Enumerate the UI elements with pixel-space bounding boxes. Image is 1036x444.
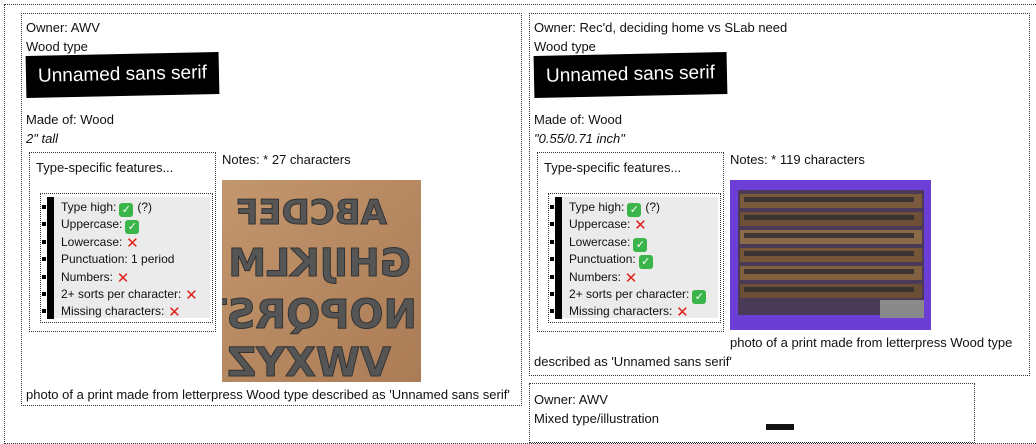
feature-label: Missing characters: (61, 304, 165, 319)
bullet-icon (550, 292, 554, 296)
svg-text:NOPQRSTU: NOPQRSTU (222, 292, 417, 338)
photo-caption: photo of a print made from letterpress W… (26, 387, 510, 402)
bullet-icon (42, 292, 46, 296)
feature-item: Uppercase: ✓ (42, 216, 140, 235)
feature-item: 2+ sorts per character: ✕ (42, 286, 198, 304)
type-title-badge: Unnamed sans serif (25, 51, 220, 98)
bullet-icon (42, 274, 46, 279)
feature-extra: (?) (645, 200, 661, 214)
size-label: 2" tall (26, 131, 59, 146)
features-panel: Type-specific features... Type high: ✓ (?)… (537, 152, 724, 332)
feature-label: Lowercase: (61, 234, 123, 249)
feature-item: Lowercase: ✓ (550, 234, 648, 252)
feature-item: Type high: ✓ (?) (42, 199, 153, 217)
feature-label: Punctuation: 1 period (61, 252, 175, 267)
cross-icon: ✕ (116, 269, 130, 287)
bullet-icon (42, 239, 46, 244)
feature-label: Type high: (569, 200, 625, 214)
bullet-icon (42, 222, 46, 227)
feature-item: 2+ sorts per character: ✓ (550, 286, 707, 304)
check-icon: ✓ (627, 203, 642, 217)
feature-label: 2+ sorts per character: (569, 287, 690, 301)
features-panel: Type-specific features... Type high: ✓ (?)… (29, 152, 216, 332)
owner-label: Owner: AWV (26, 20, 100, 35)
category-label: Wood type (534, 39, 596, 54)
feature-item: Missing characters: ✕ (550, 303, 689, 322)
feature-item: Numbers: ✕ (42, 269, 130, 287)
type-title-badge: Unnamed sans serif (533, 51, 728, 98)
check-icon: ✓ (638, 255, 653, 270)
feature-label: Numbers: (569, 269, 622, 284)
category-label: Wood type (26, 39, 88, 54)
owner-label: Owner: AWV (534, 392, 608, 407)
made-of-label: Made of: Wood (534, 112, 622, 127)
feature-label: 2+ sorts per character: (61, 287, 182, 301)
title-badge-fragment (766, 424, 794, 430)
feature-label: Punctuation: (569, 252, 636, 267)
features-bar (47, 197, 54, 319)
feature-label: Missing characters: (569, 304, 673, 319)
features-list: Type high: ✓ (?) Uppercase: ✕ Lowercase: ✓ Punc… (548, 193, 721, 323)
check-icon: ✓ (125, 220, 140, 235)
notes-label: Notes: * 27 characters (222, 152, 351, 167)
feature-label: Lowercase: (569, 234, 631, 249)
type-card-2: Owner: Rec'd, deciding home vs SLab need… (529, 13, 1030, 376)
type-card-3: Owner: AWV Mixed type/illustration (529, 383, 975, 443)
feature-item: Numbers: ✕ (550, 269, 638, 287)
features-title: Type-specific features... (544, 160, 682, 175)
cross-icon: ✕ (624, 269, 638, 287)
feature-item: Punctuation: ✓ (550, 251, 653, 270)
feature-item: Type high: ✓ (?) (550, 199, 661, 217)
svg-text:VWXYZ: VWXYZ (227, 340, 391, 382)
size-label: "0.55/0.71 inch" (534, 131, 625, 146)
svg-text:GHIJKLM: GHIJKLM (228, 241, 411, 285)
feature-label: Type high: (61, 200, 117, 214)
feature-label: Uppercase: (61, 217, 123, 232)
owner-label: Owner: Rec'd, deciding home vs SLab need (534, 20, 788, 35)
feature-label: Numbers: (61, 269, 114, 284)
letterpress-photo-1: ABCDEF GHIJKLM NOPQRSTU VWXYZ (222, 180, 421, 382)
check-icon: ✓ (633, 237, 648, 252)
feature-extra: (?) (137, 200, 153, 214)
check-icon: ✓ (119, 203, 134, 217)
cross-icon: ✕ (185, 287, 198, 304)
bullet-icon (550, 309, 554, 314)
bullet-icon (42, 309, 46, 314)
photo-caption-line2: described as 'Unnamed sans serif' (534, 354, 732, 369)
cross-icon: ✕ (168, 304, 181, 322)
feature-item: Missing characters: ✕ (42, 303, 181, 322)
bullet-icon (550, 222, 554, 227)
type-card-1: Owner: AWV Wood type Unnamed sans serif … (21, 13, 522, 406)
feature-item: Uppercase: ✕ (550, 216, 647, 235)
photo-caption-line1: photo of a print made from letterpress W… (730, 335, 1013, 350)
svg-text:ABCDEF: ABCDEF (235, 193, 387, 233)
category-label: Mixed type/illustration (534, 411, 659, 426)
made-of-label: Made of: Wood (26, 112, 114, 127)
bullet-icon (42, 257, 46, 262)
cross-icon: ✕ (634, 217, 647, 235)
notes-label: Notes: * 119 characters (730, 152, 865, 167)
letterpress-photo-2 (730, 180, 931, 330)
bullet-icon (550, 205, 554, 209)
features-bar (555, 197, 562, 319)
features-title: Type-specific features... (36, 160, 174, 175)
bullet-icon (550, 274, 554, 279)
feature-label: Uppercase: (569, 217, 631, 232)
cross-icon: ✕ (126, 234, 139, 252)
feature-item: Punctuation: 1 period (42, 251, 175, 267)
features-list: Type high: ✓ (?) Uppercase: ✓ Lowercase: ✕ Punc… (40, 193, 213, 323)
bullet-icon (550, 257, 554, 262)
bullet-icon (550, 239, 554, 244)
cross-icon: ✕ (676, 304, 689, 322)
check-icon: ✓ (692, 290, 707, 304)
feature-item: Lowercase: ✕ (42, 234, 139, 252)
bullet-icon (42, 205, 46, 209)
